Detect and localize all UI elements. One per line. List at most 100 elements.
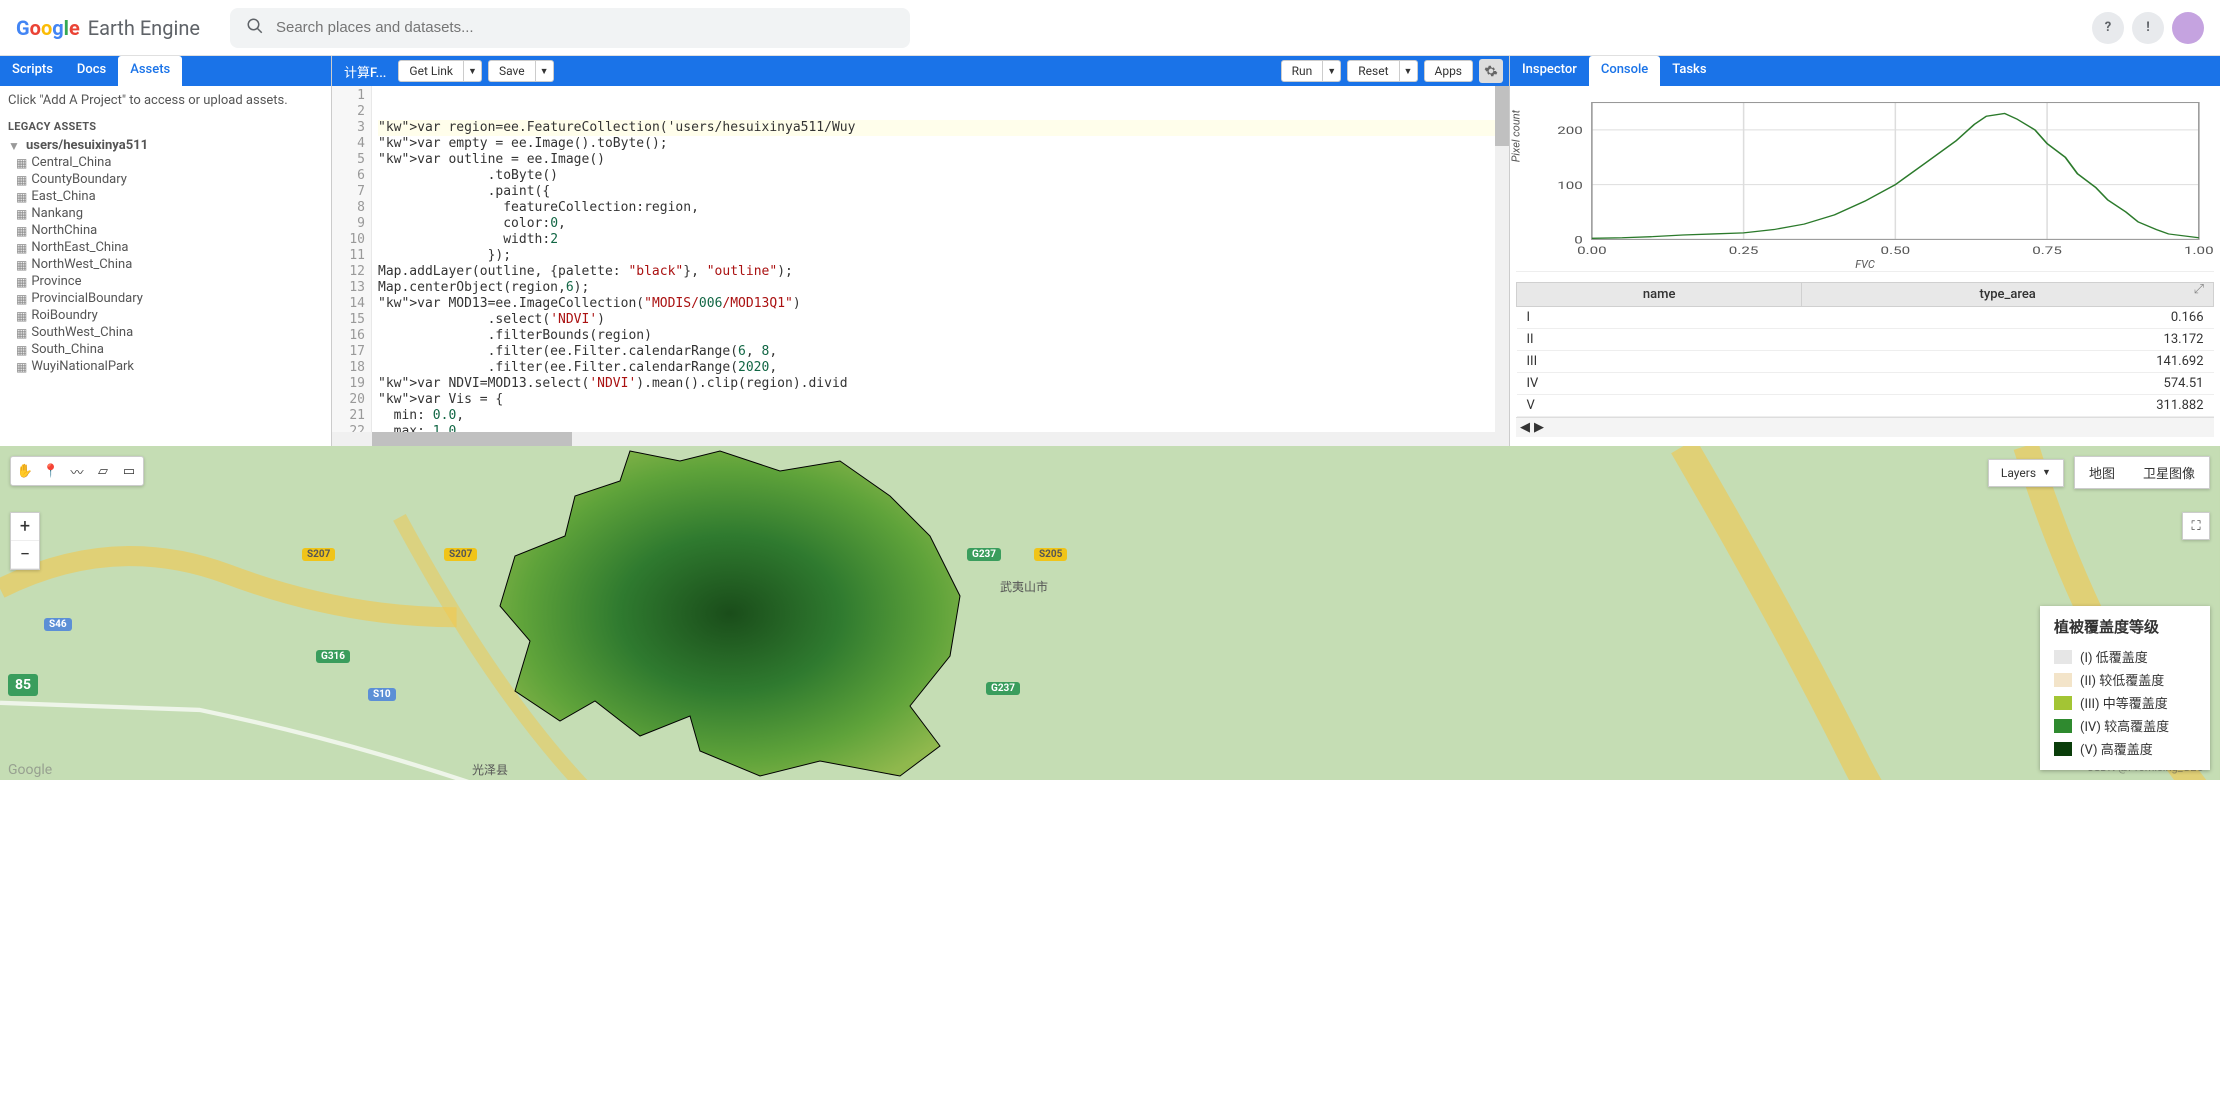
- editor-vscrollbar[interactable]: [1495, 86, 1509, 432]
- tab-docs[interactable]: Docs: [65, 56, 118, 86]
- editor-toolbar: 计算F... Get Link ▼ Save ▼ Run ▼ Reset ▼ A…: [332, 56, 1509, 86]
- cell-value: 141.692: [1802, 351, 2214, 373]
- maptype-satellite[interactable]: 卫星图像: [2129, 457, 2209, 488]
- asset-root[interactable]: ▼ users/hesuixinya511: [8, 137, 323, 154]
- map-city-label: 武夷山市: [1000, 578, 1048, 595]
- map-view[interactable]: S207 S207 G237 S205 S46 G316 S10 G237 85…: [0, 446, 2220, 780]
- th-name: name: [1517, 283, 1802, 307]
- svg-text:0.50: 0.50: [1881, 245, 1911, 257]
- table-icon: ▦: [16, 224, 27, 238]
- tab-inspector[interactable]: Inspector: [1510, 56, 1589, 86]
- search-box[interactable]: [230, 8, 910, 48]
- asset-item[interactable]: ▦East_China: [8, 188, 323, 205]
- reset-split: Reset ▼: [1347, 60, 1417, 82]
- polygon-tool[interactable]: ▱: [91, 459, 115, 483]
- legend-swatch: [2054, 650, 2072, 664]
- cell-name: I: [1517, 307, 1802, 329]
- script-title: 计算F...: [338, 62, 392, 81]
- asset-item[interactable]: ▦Nankang: [8, 205, 323, 222]
- chevron-down-icon: ▼: [2042, 467, 2051, 478]
- app-header: Google Earth Engine ? !: [0, 0, 2220, 56]
- apps-button[interactable]: Apps: [1424, 60, 1474, 82]
- maptype-map[interactable]: 地图: [2075, 457, 2129, 488]
- help-icon[interactable]: ?: [2092, 12, 2124, 44]
- asset-item[interactable]: ▦ NorthWest_China: [8, 256, 323, 273]
- asset-item[interactable]: ▦ SouthWest_China: [8, 324, 323, 341]
- map-right-controls: Layers ▼ 地图 卫星图像: [1988, 456, 2210, 489]
- asset-item[interactable]: ▦Central_China: [8, 154, 323, 171]
- legend-item: (I) 低覆盖度: [2054, 645, 2196, 668]
- zoom-in-button[interactable]: +: [11, 513, 39, 541]
- tab-scripts[interactable]: Scripts: [0, 56, 65, 86]
- point-tool[interactable]: 📍: [39, 459, 63, 483]
- chart-xlabel: FVC: [1855, 258, 1875, 271]
- table-icon: ▦: [16, 258, 27, 272]
- save-button[interactable]: Save: [488, 60, 536, 82]
- road-badge: 85: [8, 674, 38, 696]
- table-icon: ▦: [16, 173, 27, 187]
- cell-value: 13.172: [1802, 329, 2214, 351]
- asset-item[interactable]: ▦NorthEast_China: [8, 239, 323, 256]
- table-pager: ◀ ▶: [1516, 417, 2214, 437]
- tab-assets[interactable]: Assets: [118, 56, 182, 86]
- prev-icon[interactable]: ◀: [1520, 420, 1530, 435]
- assets-note: Click "Add A Project" to access or uploa…: [8, 92, 323, 110]
- asset-name: SouthWest_China: [31, 325, 133, 340]
- asset-name: NorthWest_China: [31, 257, 132, 272]
- google-watermark: Google: [8, 762, 52, 778]
- asset-root-name: users/hesuixinya511: [26, 138, 148, 153]
- console-panel: Inspector Console Tasks 01002000.000.250…: [1510, 56, 2220, 446]
- cell-value: 311.882: [1802, 395, 2214, 417]
- asset-item[interactable]: ▦NorthChina: [8, 222, 323, 239]
- fullscreen-button[interactable]: ⛶: [2182, 512, 2210, 540]
- getlink-button[interactable]: Get Link: [398, 60, 464, 82]
- next-icon[interactable]: ▶: [1534, 420, 1544, 435]
- line-tool[interactable]: 〰: [65, 459, 89, 483]
- table-icon: ▦: [16, 207, 27, 221]
- asset-name: NorthEast_China: [31, 240, 128, 255]
- road-badge: S207: [444, 548, 477, 561]
- code-area[interactable]: "kw">var region=ee.FeatureCollection('us…: [372, 86, 1509, 432]
- gear-icon[interactable]: [1479, 59, 1503, 83]
- legend-item: (III) 中等覆盖度: [2054, 691, 2196, 714]
- code-editor[interactable]: 12345678910111213141516171819202122 "kw"…: [332, 86, 1509, 432]
- legend-item: (V) 高覆盖度: [2054, 737, 2196, 760]
- asset-item[interactable]: ▦WuyiNationalPark: [8, 358, 323, 375]
- search-input[interactable]: [276, 19, 894, 36]
- legend-swatch: [2054, 719, 2072, 733]
- asset-item[interactable]: ▦South_China: [8, 341, 323, 358]
- avatar[interactable]: [2172, 12, 2204, 44]
- reset-button[interactable]: Reset: [1347, 60, 1399, 82]
- road-badge: G237: [986, 682, 1020, 695]
- table-icon: ▦: [16, 275, 27, 289]
- pan-tool[interactable]: ✋: [13, 459, 37, 483]
- notifications-icon[interactable]: !: [2132, 12, 2164, 44]
- editor-hscrollbar[interactable]: [332, 432, 1509, 446]
- rectangle-tool[interactable]: ▭: [117, 459, 141, 483]
- table-row: V311.882: [1517, 395, 2214, 417]
- save-dropdown[interactable]: ▼: [536, 60, 554, 82]
- asset-item[interactable]: ▦RoiBoundry: [8, 307, 323, 324]
- run-dropdown[interactable]: ▼: [1323, 60, 1341, 82]
- cell-name: V: [1517, 395, 1802, 417]
- table-icon: ▦: [16, 326, 27, 340]
- open-external-icon[interactable]: ⤢: [2194, 282, 2204, 297]
- tab-console[interactable]: Console: [1589, 56, 1660, 86]
- reset-dropdown[interactable]: ▼: [1400, 60, 1418, 82]
- layers-button[interactable]: Layers ▼: [1988, 459, 2064, 487]
- asset-item[interactable]: ▦ProvincialBoundary: [8, 290, 323, 307]
- tab-tasks[interactable]: Tasks: [1660, 56, 1718, 86]
- legend-label: (IV) 较高覆盖度: [2080, 716, 2169, 735]
- run-button[interactable]: Run: [1281, 60, 1324, 82]
- getlink-dropdown[interactable]: ▼: [464, 60, 482, 82]
- cell-value: 0.166: [1802, 307, 2214, 329]
- editor-panel: 计算F... Get Link ▼ Save ▼ Run ▼ Reset ▼ A…: [332, 56, 1510, 446]
- zoom-out-button[interactable]: −: [11, 541, 39, 569]
- asset-item[interactable]: ▦CountyBoundary: [8, 171, 323, 188]
- table-icon: ▦: [16, 190, 27, 204]
- cell-name: II: [1517, 329, 1802, 351]
- assets-body: Click "Add A Project" to access or uploa…: [0, 86, 331, 381]
- search-icon: [246, 17, 264, 39]
- svg-text:0.75: 0.75: [2032, 245, 2062, 257]
- asset-item[interactable]: ▦Province: [8, 273, 323, 290]
